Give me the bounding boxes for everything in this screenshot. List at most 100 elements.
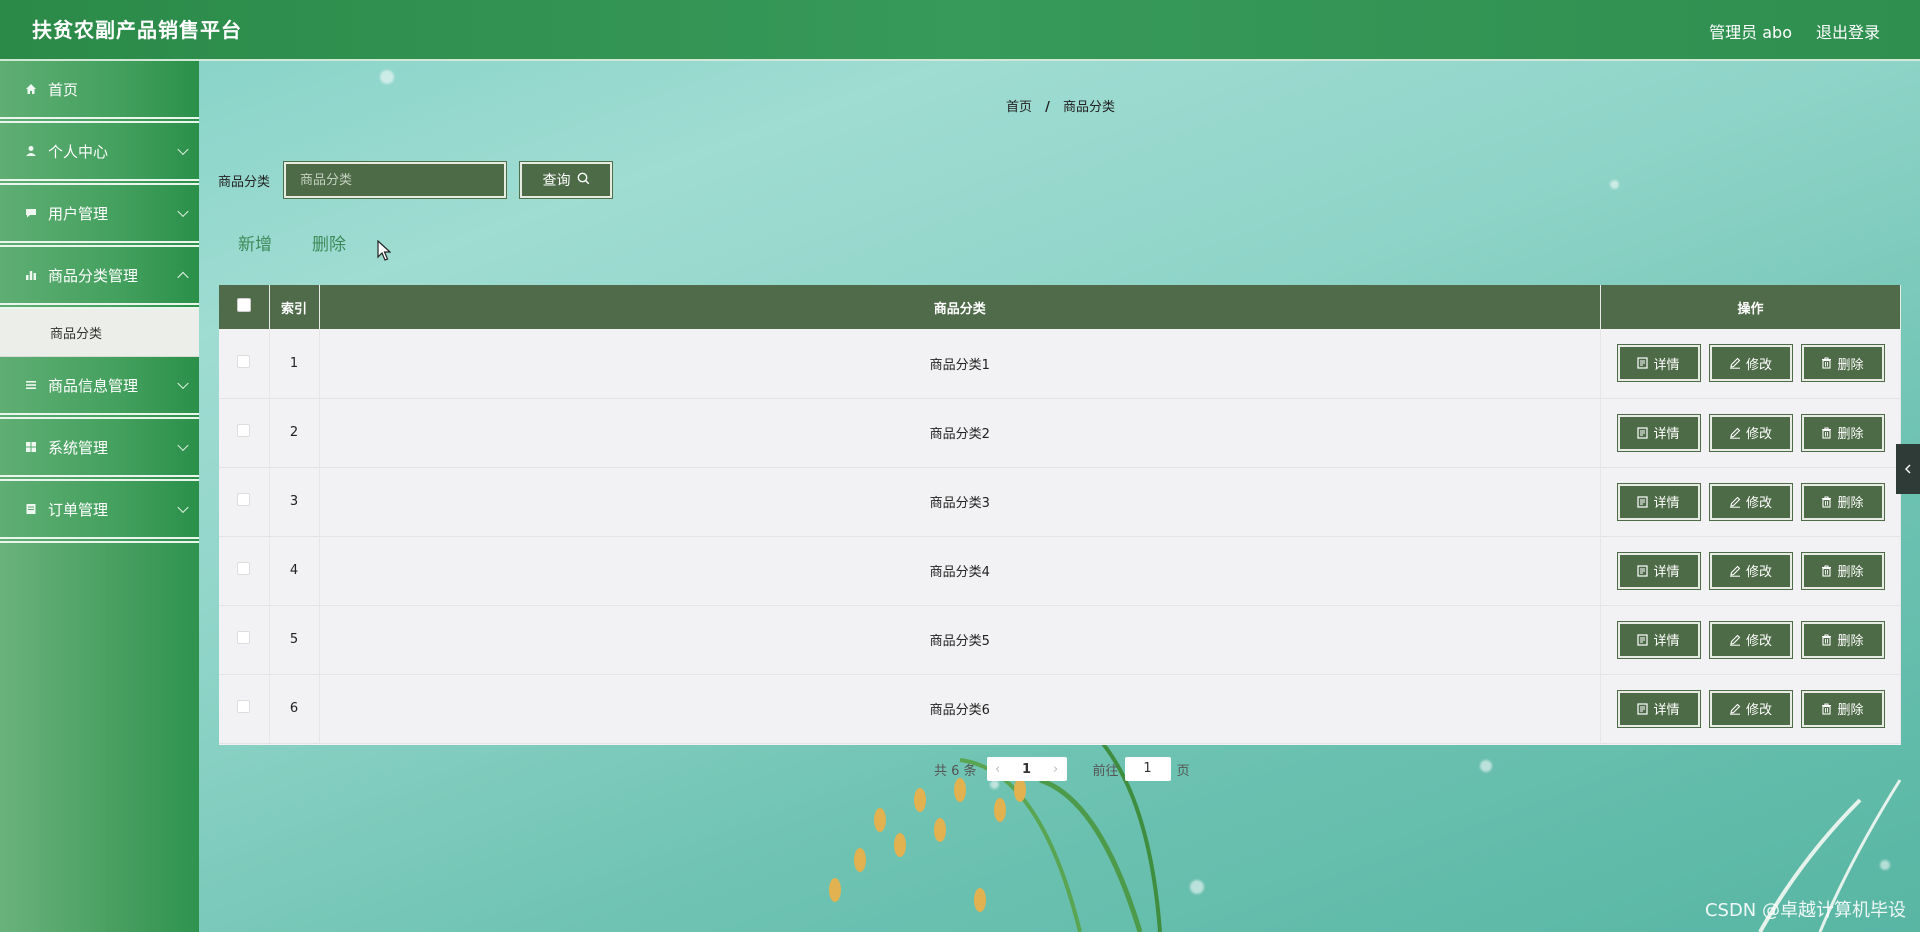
delete-button[interactable]: 删除 xyxy=(1800,413,1885,452)
edit-button[interactable]: 修改 xyxy=(1708,551,1793,590)
add-button[interactable]: 新增 xyxy=(238,230,272,255)
action-bar: 新增 删除 xyxy=(238,230,346,255)
row-check-cell xyxy=(219,605,270,674)
delete-button[interactable]: 删除 xyxy=(1800,620,1885,659)
chevron-left-icon[interactable]: ‹ xyxy=(987,762,1009,777)
row-operations: 详情 修改 删除 xyxy=(1600,605,1901,674)
sidebar-item-system-management[interactable]: 系统管理 xyxy=(0,419,199,481)
search-bar: 商品分类 查询 xyxy=(218,161,614,199)
delete-button[interactable]: 删除 xyxy=(1800,344,1885,383)
detail-label: 详情 xyxy=(1653,427,1680,442)
collapse-panel-toggle[interactable] xyxy=(1896,444,1920,494)
breadcrumb-separator: / xyxy=(1045,100,1050,115)
edit-icon xyxy=(1729,565,1741,577)
pagination-total: 共 6 条 xyxy=(934,763,977,779)
edit-button[interactable]: 修改 xyxy=(1708,344,1793,383)
sidebar-item-home[interactable]: 首页 xyxy=(0,61,199,123)
mouse-cursor-icon xyxy=(377,240,391,261)
table-row: 2 商品分类2 详情 修改 删除 xyxy=(219,398,1901,467)
row-category: 商品分类4 xyxy=(319,536,1601,605)
search-icon xyxy=(577,172,590,189)
delete-button[interactable]: 删除 xyxy=(1800,482,1885,521)
row-checkbox[interactable] xyxy=(237,354,251,368)
detail-button[interactable]: 详情 xyxy=(1616,344,1701,383)
search-input[interactable] xyxy=(300,172,491,188)
edit-label: 修改 xyxy=(1745,565,1772,580)
row-checkbox[interactable] xyxy=(237,493,251,506)
search-label: 商品分类 xyxy=(218,174,271,190)
sidebar-item-personal-center[interactable]: 个人中心 xyxy=(0,123,199,185)
table-row: 6 商品分类6 详情 修改 删除 xyxy=(219,674,1901,743)
detail-label: 详情 xyxy=(1653,703,1680,718)
sidebar-item-label: 个人中心 xyxy=(48,142,109,161)
row-category: 商品分类2 xyxy=(319,398,1601,467)
edit-button[interactable]: 修改 xyxy=(1708,689,1793,728)
list-icon xyxy=(24,378,38,392)
delete-label: 删除 xyxy=(1837,565,1864,580)
chevron-down-icon xyxy=(177,205,189,218)
breadcrumb-home[interactable]: 首页 xyxy=(1006,100,1032,115)
edit-icon xyxy=(1729,427,1741,439)
edit-button[interactable]: 修改 xyxy=(1708,620,1793,659)
edit-label: 修改 xyxy=(1745,634,1772,649)
row-operations: 详情 修改 删除 xyxy=(1600,398,1901,467)
sidebar-item-user-management[interactable]: 用户管理 xyxy=(0,185,199,247)
detail-button[interactable]: 详情 xyxy=(1616,620,1701,659)
select-all-checkbox[interactable] xyxy=(236,298,251,312)
row-check-cell xyxy=(219,536,270,605)
sidebar-item-order-management[interactable]: 订单管理 xyxy=(0,481,199,543)
goto-page-input[interactable]: 1 xyxy=(1124,757,1171,781)
edit-icon xyxy=(1729,634,1741,646)
top-header: 扶贫农副产品销售平台 管理员 abo 退出登录 xyxy=(0,0,1920,61)
row-checkbox[interactable] xyxy=(237,424,251,437)
sidebar: 首页 个人中心 用户管理 商品分类管理 商品分类 商品信息管理 系统管理 订单管… xyxy=(0,61,199,932)
row-index: 2 xyxy=(269,398,320,467)
sidebar-item-category-management[interactable]: 商品分类管理 xyxy=(0,247,199,309)
logout-button[interactable]: 退出登录 xyxy=(1816,19,1880,43)
delete-button[interactable]: 删除 xyxy=(1800,551,1885,590)
row-operations: 详情 修改 删除 xyxy=(1600,674,1901,743)
detail-button[interactable]: 详情 xyxy=(1616,413,1701,452)
pagination: 共 6 条 ‹ 1 › 前往 1 页 xyxy=(934,757,1190,781)
chevron-left-icon xyxy=(1905,464,1911,474)
watermark: CSDN @卓越计算机毕设 xyxy=(1704,900,1906,921)
app-title: 扶贫农副产品销售平台 xyxy=(32,18,242,42)
sidebar-subitem-category[interactable]: 商品分类 xyxy=(0,309,199,357)
header-operations: 操作 xyxy=(1600,285,1901,329)
trash-icon xyxy=(1822,633,1832,646)
sidebar-item-product-management[interactable]: 商品信息管理 xyxy=(0,357,199,419)
row-check-cell xyxy=(219,398,270,467)
detail-button[interactable]: 详情 xyxy=(1616,551,1701,590)
chevron-down-icon xyxy=(177,143,189,156)
document-icon xyxy=(1637,426,1649,439)
current-user-label: 管理员 abo xyxy=(1709,22,1792,42)
row-checkbox[interactable] xyxy=(237,631,251,644)
detail-button[interactable]: 详情 xyxy=(1616,482,1701,521)
chevron-right-icon[interactable]: › xyxy=(1045,762,1067,777)
detail-button[interactable]: 详情 xyxy=(1616,689,1701,728)
query-button-label: 查询 xyxy=(542,173,571,189)
row-checkbox[interactable] xyxy=(237,562,251,575)
table-row: 1 商品分类1 详情 修改 删除 xyxy=(219,329,1901,398)
row-checkbox[interactable] xyxy=(237,700,251,713)
page-suffix: 页 xyxy=(1176,763,1190,779)
trash-icon xyxy=(1822,702,1832,715)
document-icon xyxy=(1637,633,1649,646)
delete-button[interactable]: 删除 xyxy=(1800,689,1885,728)
header-category: 商品分类 xyxy=(319,285,1601,329)
table-row: 4 商品分类4 详情 修改 删除 xyxy=(219,536,1901,605)
chevron-up-icon xyxy=(177,271,189,284)
edit-button[interactable]: 修改 xyxy=(1708,482,1793,521)
edit-label: 修改 xyxy=(1745,496,1772,511)
document-icon xyxy=(24,502,38,516)
edit-button[interactable]: 修改 xyxy=(1708,413,1793,452)
current-page-number[interactable]: 1 xyxy=(1009,762,1045,777)
row-category: 商品分类6 xyxy=(319,674,1601,743)
row-check-cell xyxy=(219,329,270,398)
batch-delete-button[interactable]: 删除 xyxy=(312,230,346,255)
query-button[interactable]: 查询 xyxy=(519,161,614,199)
document-icon xyxy=(1637,357,1649,369)
goto-label: 前往 xyxy=(1092,763,1119,779)
detail-label: 详情 xyxy=(1653,357,1680,373)
user-icon xyxy=(24,144,38,158)
